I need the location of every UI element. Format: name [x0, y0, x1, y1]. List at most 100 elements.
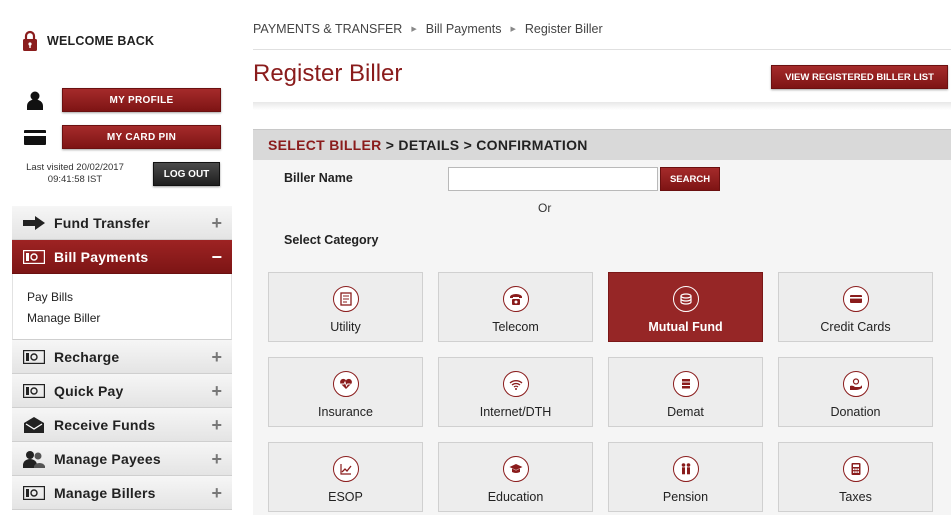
breadcrumb-separator-icon: ▶ — [411, 26, 417, 33]
card-icon — [24, 127, 46, 147]
last-visited-info: Last visited 20/02/2017 09:41:58 IST — [15, 162, 135, 186]
search-button[interactable]: SEARCH — [660, 167, 720, 191]
chart-icon — [332, 456, 359, 482]
biller-name-input[interactable] — [448, 167, 658, 191]
breadcrumb-separator-icon: ▶ — [510, 26, 516, 33]
calculator-icon — [842, 456, 869, 482]
expand-icon[interactable]: + — [211, 416, 222, 434]
my-card-pin-button[interactable]: MY CARD PIN — [62, 125, 221, 149]
heart-icon — [332, 371, 359, 397]
category-label: Donation — [830, 405, 881, 419]
sidebar-item-label: Receive Funds — [54, 416, 156, 433]
collapse-icon[interactable]: − — [211, 248, 222, 266]
expand-icon[interactable]: + — [211, 382, 222, 400]
people-icon — [672, 456, 699, 482]
category-label: Credit Cards — [820, 320, 891, 334]
category-demat[interactable]: Demat — [608, 357, 763, 427]
category-label: Education — [487, 490, 544, 504]
sidebar-item-recharge[interactable]: Recharge + — [12, 340, 232, 374]
phone-icon — [502, 286, 529, 312]
sidebar-item-label: Manage Payees — [54, 450, 161, 467]
wifi-icon — [502, 371, 529, 397]
category-esop[interactable]: ESOP — [268, 442, 423, 512]
category-internet-dth[interactable]: Internet/DTH — [438, 357, 593, 427]
category-credit-cards[interactable]: Credit Cards — [778, 272, 933, 342]
expand-icon[interactable]: + — [211, 348, 222, 366]
sidebar-item-label: Fund Transfer — [54, 214, 150, 231]
main-content: PAYMENTS & TRANSFER ▶ Bill Payments ▶ Re… — [253, 0, 951, 515]
category-taxes[interactable]: Taxes — [778, 442, 933, 512]
logout-button[interactable]: LOG OUT — [153, 162, 220, 186]
my-profile-button[interactable]: MY PROFILE — [62, 88, 221, 112]
sidebar-item-label: Manage Billers — [54, 484, 156, 501]
money-icon — [22, 248, 46, 266]
view-registered-biller-list-button[interactable]: VIEW REGISTERED BILLER LIST — [771, 65, 948, 89]
money-icon — [22, 484, 46, 502]
category-utility[interactable]: Utility — [268, 272, 423, 342]
breadcrumb-item[interactable]: PAYMENTS & TRANSFER — [253, 22, 402, 36]
select-category-label: Select Category — [284, 233, 379, 247]
breadcrumb: PAYMENTS & TRANSFER ▶ Bill Payments ▶ Re… — [253, 22, 603, 36]
step-indicator: SELECT BILLER > DETAILS > CONFIRMATION — [253, 129, 951, 160]
my-card-pin-row: MY CARD PIN — [24, 125, 221, 149]
bill-icon — [332, 286, 359, 312]
category-label: Internet/DTH — [479, 405, 552, 419]
step-rest: > DETAILS > CONFIRMATION — [381, 137, 588, 153]
category-pension[interactable]: Pension — [608, 442, 763, 512]
card-icon — [842, 286, 869, 312]
breadcrumb-item[interactable]: Bill Payments — [426, 22, 502, 36]
coins-icon — [672, 286, 699, 312]
sidebar-item-label: Recharge — [54, 348, 120, 365]
sidebar-item-quick-pay[interactable]: Quick Pay + — [12, 374, 232, 408]
graduation-cap-icon — [502, 456, 529, 482]
welcome-banner: WELCOME BACK — [22, 30, 154, 52]
step-current: SELECT BILLER — [268, 137, 382, 153]
expand-icon[interactable]: + — [211, 450, 222, 468]
user-icon — [24, 90, 46, 110]
divider — [253, 102, 951, 110]
sidebar-item-label: Quick Pay — [54, 382, 124, 399]
category-label: Taxes — [839, 490, 872, 504]
sidebar-menu: Fund Transfer + Bill Payments − Pay Bill… — [12, 206, 232, 510]
people-icon — [22, 450, 46, 468]
page: WELCOME BACK MY PROFILE MY CARD PIN Last… — [0, 0, 951, 515]
category-label: Demat — [667, 405, 704, 419]
my-profile-row: MY PROFILE — [24, 88, 221, 112]
category-label: Pension — [662, 490, 709, 504]
donation-icon — [842, 371, 869, 397]
envelope-icon — [22, 416, 46, 434]
breadcrumb-item-current: Register Biller — [524, 22, 603, 36]
register-biller-panel: SELECT BILLER > DETAILS > CONFIRMATION B… — [253, 129, 951, 515]
submenu-item-manage-biller[interactable]: Manage Biller — [27, 308, 231, 329]
expand-icon[interactable]: + — [211, 484, 222, 502]
lock-icon — [23, 30, 37, 51]
sidebar: WELCOME BACK MY PROFILE MY CARD PIN Last… — [0, 0, 240, 515]
sidebar-item-manage-billers[interactable]: Manage Billers + — [12, 476, 232, 510]
category-education[interactable]: Education — [438, 442, 593, 512]
sidebar-item-manage-payees[interactable]: Manage Payees + — [12, 442, 232, 476]
category-mutual-fund[interactable]: Mutual Fund — [608, 272, 763, 342]
submenu-item-pay-bills[interactable]: Pay Bills — [27, 287, 231, 308]
divider — [253, 49, 951, 50]
last-visited-time: 09:41:58 IST — [47, 174, 103, 185]
or-separator: Or — [538, 201, 552, 215]
category-label: Insurance — [318, 405, 373, 419]
category-label: Telecom — [492, 320, 539, 334]
money-icon — [22, 348, 46, 366]
sidebar-item-label: Bill Payments — [54, 248, 149, 265]
sidebar-item-receive-funds[interactable]: Receive Funds + — [12, 408, 232, 442]
welcome-text: WELCOME BACK — [47, 34, 155, 48]
category-donation[interactable]: Donation — [778, 357, 933, 427]
biller-name-label: Biller Name — [284, 171, 353, 185]
sidebar-item-bill-payments[interactable]: Bill Payments − — [12, 240, 232, 274]
category-label: Mutual Fund — [648, 320, 723, 334]
arrow-icon — [22, 214, 46, 232]
last-visited-date: Last visited 20/02/2017 — [26, 162, 124, 173]
expand-icon[interactable]: + — [211, 214, 222, 232]
sidebar-item-fund-transfer[interactable]: Fund Transfer + — [12, 206, 232, 240]
category-label: Utility — [330, 320, 361, 334]
page-title: Register Biller — [253, 60, 403, 87]
bill-payments-submenu: Pay Bills Manage Biller — [12, 274, 232, 340]
category-telecom[interactable]: Telecom — [438, 272, 593, 342]
category-insurance[interactable]: Insurance — [268, 357, 423, 427]
